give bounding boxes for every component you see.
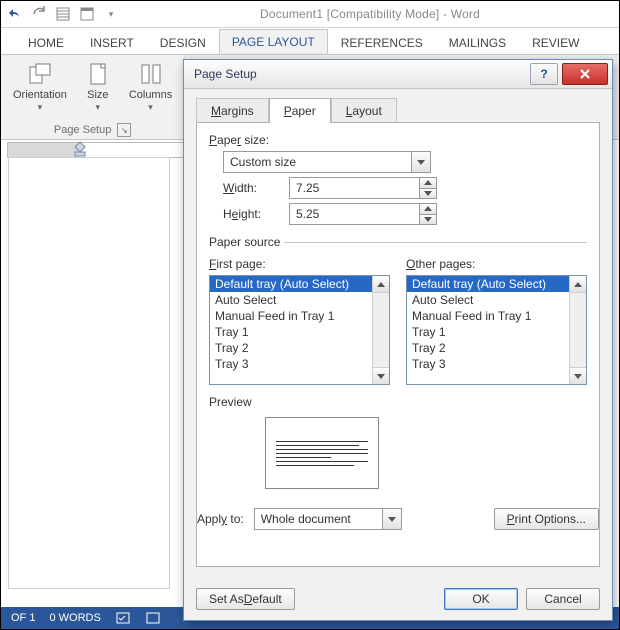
tab-references[interactable]: REFERENCES [328, 30, 436, 54]
undo-icon[interactable] [7, 6, 23, 22]
orientation-button[interactable]: Orientation ▾ [11, 59, 69, 113]
quick-access-toolbar: ▾ Document1 [Compatibility Mode] - Word [1, 1, 619, 28]
paper-source-group: Paper source First page: Default tray (A… [209, 235, 587, 385]
list-item[interactable]: Manual Feed in Tray 1 [407, 308, 569, 324]
spellcheck-icon[interactable] [115, 610, 131, 626]
preview-pane [265, 417, 379, 489]
print-options-button[interactable]: Print Options... [494, 508, 599, 530]
dialog-launcher-icon[interactable]: ↘ [117, 123, 131, 137]
status-words[interactable]: 0 WORDS [49, 612, 100, 624]
scrollbar[interactable] [569, 276, 586, 384]
height-input[interactable]: 5.25 [289, 203, 437, 225]
first-page-listbox[interactable]: Default tray (Auto Select)Auto SelectMan… [209, 275, 390, 385]
first-page-label: First page: [209, 257, 390, 271]
spinner-up-icon[interactable] [420, 178, 436, 188]
help-button[interactable]: ? [530, 63, 558, 85]
scrollbar[interactable] [372, 276, 389, 384]
scroll-down-icon [570, 367, 586, 384]
dialog-body: Paper size: Custom size Width: 7.25 Heig… [196, 122, 600, 567]
tab-review[interactable]: REVIEW [519, 30, 592, 54]
scroll-down-icon [373, 367, 389, 384]
spinner-down-icon[interactable] [420, 214, 436, 225]
scroll-up-icon [570, 276, 586, 293]
list-item[interactable]: Tray 3 [210, 356, 372, 372]
height-label: Height: [223, 207, 281, 221]
page-setup-dialog: Page Setup ? Margins Paper Layout Paper … [183, 59, 613, 621]
list-item[interactable]: Default tray (Auto Select) [407, 276, 569, 292]
width-input[interactable]: 7.25 [289, 177, 437, 199]
group-label: Page Setup [54, 124, 112, 136]
spinner-up-icon[interactable] [420, 204, 436, 214]
cancel-button[interactable]: Cancel [526, 588, 600, 610]
chevron-down-icon[interactable] [382, 509, 401, 529]
tab-insert[interactable]: INSERT [77, 30, 147, 54]
dialog-titlebar: Page Setup ? [184, 60, 612, 89]
apply-to-label: Apply to: [197, 512, 244, 526]
list-item[interactable]: Tray 2 [210, 340, 372, 356]
dialog-tabs: Margins Paper Layout [184, 89, 612, 122]
indent-marker-icon[interactable] [73, 140, 87, 158]
ok-button[interactable]: OK [444, 588, 518, 610]
columns-button[interactable]: Columns ▾ [127, 59, 174, 113]
tab-page-layout[interactable]: PAGE LAYOUT [219, 29, 328, 54]
list-item[interactable]: Auto Select [210, 292, 372, 308]
size-button[interactable]: Size ▾ [83, 59, 113, 113]
tab-design[interactable]: DESIGN [147, 30, 219, 54]
preview-label: Preview [209, 395, 587, 409]
paper-size-label: Paper size: [209, 133, 587, 147]
qat-customize-icon[interactable]: ▾ [103, 6, 119, 22]
scroll-up-icon [373, 276, 389, 293]
list-item[interactable]: Tray 2 [407, 340, 569, 356]
ribbon-tabs: HOME INSERT DESIGN PAGE LAYOUT REFERENCE… [1, 28, 619, 54]
chevron-down-icon: ▾ [38, 102, 43, 113]
chevron-down-icon[interactable] [411, 152, 430, 172]
language-icon[interactable] [145, 610, 161, 626]
redo-icon[interactable] [31, 6, 47, 22]
status-page[interactable]: OF 1 [11, 612, 35, 624]
dialog-tab-paper[interactable]: Paper [269, 98, 331, 123]
qat-icon-2[interactable] [79, 6, 95, 22]
list-item[interactable]: Manual Feed in Tray 1 [210, 308, 372, 324]
chevron-down-icon: ▾ [148, 102, 153, 113]
window-title: Document1 [Compatibility Mode] - Word [127, 7, 613, 21]
paper-size-combo[interactable]: Custom size [223, 151, 431, 173]
dialog-title: Page Setup [194, 67, 257, 81]
spinner-down-icon[interactable] [420, 188, 436, 199]
dialog-footer: Set As Default OK Cancel [196, 588, 600, 610]
qat-icon-1[interactable] [55, 6, 71, 22]
other-pages-label: Other pages: [406, 257, 587, 271]
apply-to-combo[interactable]: Whole document [254, 508, 402, 530]
other-pages-listbox[interactable]: Default tray (Auto Select)Auto SelectMan… [406, 275, 587, 385]
list-item[interactable]: Default tray (Auto Select) [210, 276, 372, 292]
list-item[interactable]: Tray 1 [407, 324, 569, 340]
list-item[interactable]: Tray 3 [407, 356, 569, 372]
group-page-setup: Orientation ▾ Size ▾ Columns ▾ Page Setu… [1, 55, 185, 139]
dialog-tab-margins[interactable]: Margins [196, 98, 269, 123]
paper-source-label: Paper source [209, 235, 284, 249]
list-item[interactable]: Tray 1 [210, 324, 372, 340]
list-item[interactable]: Auto Select [407, 292, 569, 308]
page[interactable] [9, 158, 169, 588]
set-as-default-button[interactable]: Set As Default [196, 588, 295, 610]
tab-mailings[interactable]: MAILINGS [436, 30, 519, 54]
dialog-tab-layout[interactable]: Layout [331, 98, 397, 123]
close-button[interactable] [562, 63, 608, 85]
tab-home[interactable]: HOME [15, 30, 77, 54]
width-label: Width: [223, 181, 281, 195]
chevron-down-icon: ▾ [96, 102, 101, 113]
